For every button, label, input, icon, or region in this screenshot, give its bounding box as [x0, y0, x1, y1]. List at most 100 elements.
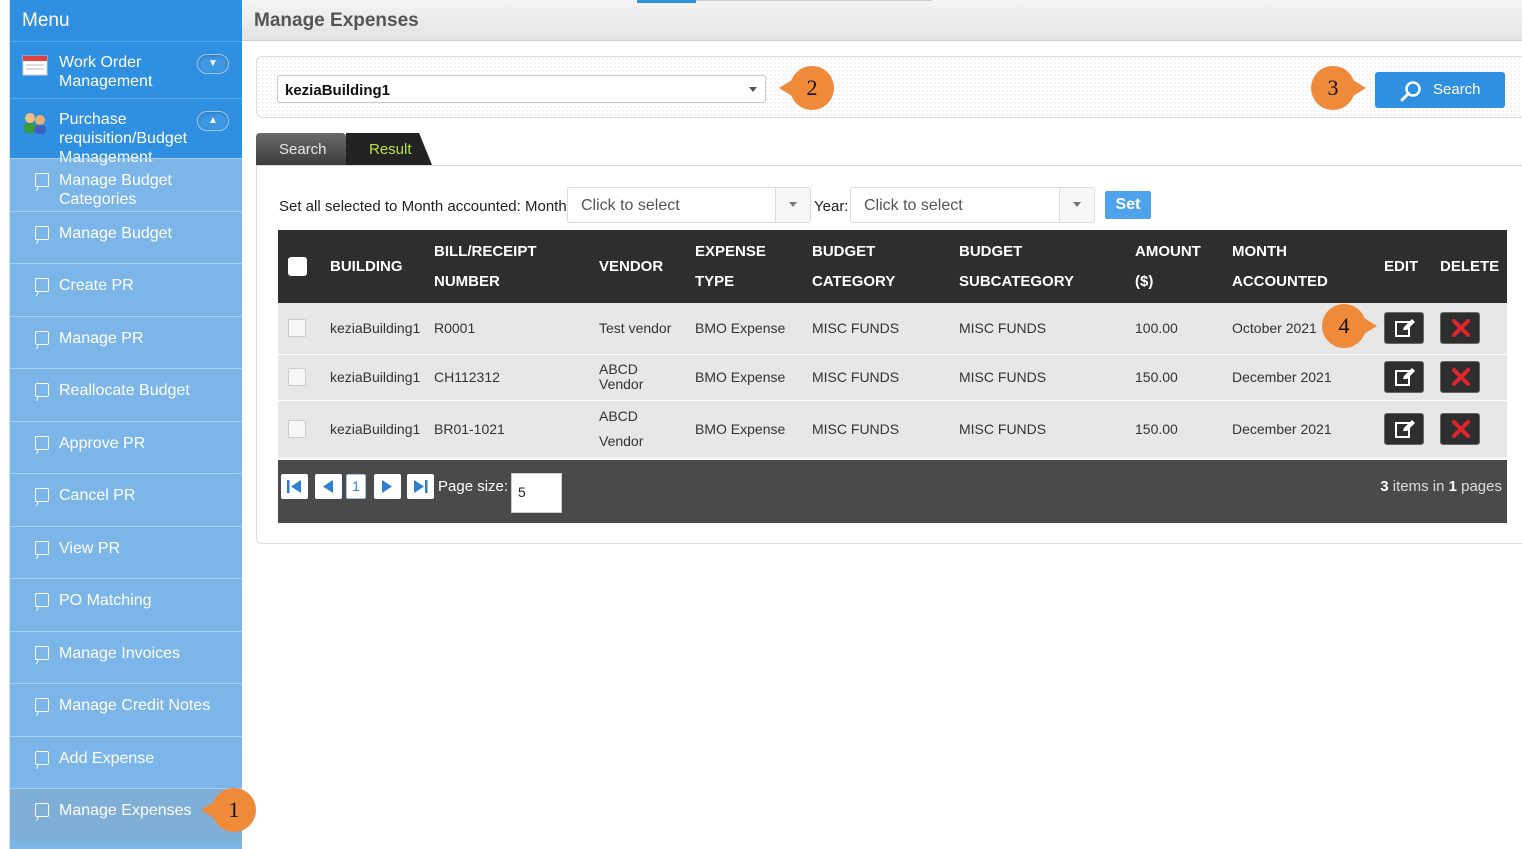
edit-button[interactable]	[1384, 413, 1424, 445]
comment-icon	[35, 645, 49, 660]
search-button[interactable]: Search	[1375, 72, 1505, 108]
result-panel: Set all selected to Month accounted: Mon…	[256, 165, 1522, 544]
comment-icon	[35, 488, 49, 502]
cell-bill: R0001	[434, 320, 476, 337]
sidebar-item-label: Add Expense	[59, 749, 155, 767]
chevron-up-icon: ▲	[208, 115, 218, 126]
set-button[interactable]: Set	[1105, 191, 1151, 219]
col-expense-type: EXPENSE TYPE	[695, 242, 766, 290]
col-delete: DELETE	[1440, 257, 1500, 275]
set-month-label: Set all selected to Month accounted: Mon…	[279, 198, 571, 215]
cell-vendor: Test vendor	[599, 320, 672, 337]
users-icon	[22, 111, 48, 134]
sidebar-item-label: PO Matching	[59, 592, 152, 609]
sidebar-item-approve-pr[interactable]: Approve PR	[10, 420, 242, 474]
sidebar-item-label: Manage Credit Notes	[59, 697, 211, 714]
cell-expense-type: BMO Expense	[695, 369, 786, 385]
comment-icon	[35, 383, 49, 397]
comment-icon	[35, 225, 49, 240]
edit-button[interactable]	[1384, 312, 1424, 345]
page-size-input[interactable]: 5	[511, 473, 562, 513]
tab-result[interactable]: Result	[346, 133, 432, 165]
sidebar-item-manage-credit-notes[interactable]: Manage Credit Notes	[10, 683, 242, 736]
cell-month: December 2021	[1232, 369, 1332, 385]
calendar-icon	[22, 54, 48, 76]
sidebar-item-manage-pr[interactable]: Manage PR	[10, 315, 242, 369]
delete-button[interactable]	[1440, 312, 1480, 345]
tab-search[interactable]: Search	[256, 133, 346, 165]
page-header: Manage Expenses	[242, 0, 1522, 41]
sidebar-item-label: Manage Invoices	[59, 644, 180, 662]
sidebar-item-label: Create PR	[59, 277, 134, 294]
year-select[interactable]: Click to select	[850, 187, 1095, 223]
sidebar-item-label: Manage Budget	[59, 224, 172, 242]
comment-icon	[35, 698, 49, 712]
cell-subcategory: MISC FUNDS	[959, 320, 1047, 337]
pager: 1 Page size: 5 3 items in 1 pages	[278, 460, 1507, 523]
col-bill: BILL/RECEIPT NUMBER	[434, 242, 537, 290]
comment-icon	[35, 593, 49, 607]
last-page-button[interactable]	[407, 474, 434, 499]
col-budget-category: BUDGET CATEGORY	[812, 242, 896, 290]
next-page-button[interactable]	[374, 474, 401, 499]
building-select[interactable]: keziaBuilding1	[277, 75, 766, 103]
delete-icon	[1452, 319, 1470, 338]
col-vendor: VENDOR	[599, 257, 664, 275]
dropdown-arrow-icon	[775, 188, 810, 222]
row-checkbox[interactable]	[288, 319, 306, 338]
sidebar-item-manage-invoices[interactable]: Manage Invoices	[10, 630, 242, 684]
select-all-checkbox[interactable]	[288, 257, 307, 276]
annotation-marker-4: 4	[1322, 304, 1377, 348]
page-number-button[interactable]: 1	[346, 474, 366, 499]
table-row: keziaBuilding1 BR01-1021 ABCD Vendor BMO Ex…	[278, 400, 1507, 458]
annotation-marker-2: 2	[779, 66, 834, 110]
cell-subcategory: MISC FUNDS	[959, 421, 1047, 437]
month-select[interactable]: Click to select	[567, 187, 811, 223]
sidebar-item-label: Reallocate Budget	[59, 382, 190, 399]
sidebar-item-view-pr[interactable]: View PR	[10, 525, 242, 579]
row-checkbox[interactable]	[288, 368, 306, 386]
next-page-icon	[382, 480, 392, 493]
delete-button[interactable]	[1440, 361, 1480, 393]
menu-group-label: Work Order Management	[59, 54, 153, 90]
sidebar-item-po-matching[interactable]: PO Matching	[10, 578, 242, 631]
sidebar-item-manage-budget-categories[interactable]: Manage Budget Categories	[10, 158, 242, 211]
comment-icon	[35, 173, 49, 187]
delete-button[interactable]	[1440, 413, 1480, 445]
comment-icon	[35, 278, 49, 292]
search-icon	[1400, 81, 1421, 102]
table-header-row: BUILDING BILL/RECEIPT NUMBER VENDOR EXPEN…	[278, 230, 1507, 303]
first-page-button[interactable]	[281, 474, 308, 499]
cell-amount: 150.00	[1135, 369, 1178, 385]
search-button-label: Search	[1433, 81, 1481, 98]
sidebar-item-cancel-pr[interactable]: Cancel PR	[10, 473, 242, 526]
row-checkbox[interactable]	[288, 420, 306, 438]
expand-toggle[interactable]: ▼	[197, 54, 229, 74]
menu-group-work-order[interactable]: Work Order Management ▼	[10, 41, 242, 98]
first-page-icon	[287, 480, 301, 493]
sidebar-item-reallocate-budget[interactable]: Reallocate Budget	[10, 368, 242, 421]
year-select-placeholder: Click to select	[864, 197, 963, 214]
sidebar-item-create-pr[interactable]: Create PR	[10, 263, 242, 316]
cell-category: MISC FUNDS	[812, 421, 900, 437]
table-row: keziaBuilding1 CH112312 ABCD Vendor BMO Exp…	[278, 354, 1507, 400]
collapse-toggle[interactable]: ▲	[197, 111, 229, 131]
pager-info: 3 items in 1 pages	[1380, 478, 1502, 495]
sidebar-item-label: View PR	[59, 539, 121, 557]
page-size-label: Page size:	[438, 478, 509, 495]
menu-title: Menu	[10, 0, 242, 41]
prev-page-button[interactable]	[315, 474, 342, 499]
sidebar-item-label: Approve PR	[59, 434, 146, 452]
building-select-value: keziaBuilding1	[285, 82, 391, 99]
edit-icon	[1395, 420, 1415, 438]
col-amount: AMOUNT ($)	[1135, 242, 1201, 290]
sidebar-item-add-expense[interactable]: Add Expense	[10, 735, 242, 789]
cell-expense-type: BMO Expense	[695, 320, 786, 337]
delete-icon	[1452, 368, 1470, 386]
sidebar-item-label: Manage Budget Categories	[59, 172, 172, 208]
delete-icon	[1452, 420, 1470, 438]
sidebar-item-manage-budget[interactable]: Manage Budget	[10, 210, 242, 264]
cell-vendor: ABCD Vendor	[599, 408, 644, 449]
edit-button[interactable]	[1384, 361, 1424, 393]
menu-group-purchase-requisition[interactable]: Purchase requisition/Budget Management ▲	[10, 98, 242, 166]
